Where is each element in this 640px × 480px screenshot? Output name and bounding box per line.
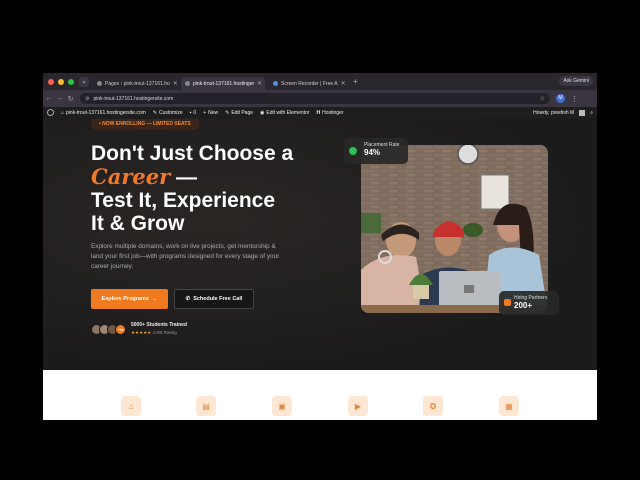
url-field[interactable]: ⚙ pink-trout-137161.hostingersite.com ☆ [80, 93, 550, 104]
new-label: New [208, 109, 219, 116]
hostinger-icon: H [316, 109, 321, 116]
wp-edit-page-link[interactable]: ✎ Edit Page [225, 110, 253, 116]
tab-strip: ⌄ Pages ‹ pink-trout-137161.ho ✕ pink-tr… [43, 73, 597, 90]
browser-menu-icon[interactable]: ⋮ [571, 95, 578, 103]
graduation-cap-icon: ⌂ [121, 396, 141, 416]
wp-comments-link[interactable]: ▪ 0 [190, 110, 197, 116]
student-avatars: +5k [91, 323, 126, 335]
star-rating-icon: ★★★★★ [131, 330, 152, 335]
close-tab-icon[interactable]: ✕ [341, 80, 346, 87]
reload-icon[interactable]: ↻ [65, 95, 76, 103]
wp-customize-link[interactable]: ✎ Customize [153, 110, 183, 116]
close-window-button[interactable] [48, 78, 54, 85]
pencil-icon: ✎ [225, 109, 230, 116]
arrow-right-icon: → [151, 296, 158, 302]
proof-text: 5000+ Students Trained ★★★★★ 4.9/5 Ratin… [131, 322, 187, 336]
headline-line-2: Career — [91, 165, 341, 189]
hero-photo [361, 145, 548, 313]
wp-elementor-link[interactable]: ◉ Edit with Elementor [260, 110, 309, 116]
briefcase-icon: ▣ [272, 396, 292, 416]
phone-icon: ✆ [185, 296, 191, 302]
hero-headline: Don't Just Choose a Career — Test It, Ex… [91, 142, 341, 235]
elementor-label: Edit with Elementor [266, 109, 310, 116]
bookmark-star-icon[interactable]: ☆ [540, 95, 545, 102]
hiring-partners-card: Hiring Partners 200+ [499, 291, 559, 315]
placement-rate-card: Placement Rate 94% [344, 138, 408, 164]
new-tab-button[interactable]: + [353, 77, 358, 86]
address-bar-row: ← → ↻ ⚙ pink-trout-137161.hostingersite.… [43, 90, 597, 107]
url-text: pink-trout-137161.hostingersite.com [93, 95, 174, 102]
headline-line-3: Test It, Experience [91, 189, 276, 212]
headline-line-4: It & Grow [91, 212, 185, 235]
social-proof: +5k 5000+ Students Trained ★★★★★ 4.9/5 R… [91, 322, 187, 336]
hiring-value: 200+ [514, 301, 533, 310]
rating-line: ★★★★★ 4.9/5 Rating [131, 330, 187, 336]
edit-page-label: Edit Page [231, 109, 254, 116]
maximize-window-button[interactable] [68, 78, 74, 85]
home-icon: ⌂ [61, 109, 65, 116]
tab-pages[interactable]: Pages ‹ pink-trout-137161.ho ✕ [93, 77, 177, 90]
close-tab-icon[interactable]: ✕ [173, 80, 177, 87]
video-icon: ▶ [348, 396, 368, 416]
hostinger-label: Hostinger [322, 109, 344, 116]
comment-icon: ▪ [189, 109, 192, 116]
customize-label: Customize [159, 109, 183, 116]
tab-label: Pages ‹ pink-trout-137161.ho [105, 80, 170, 87]
wp-site-link[interactable]: ⌂ pink-trout-137161.hostingersite.com [61, 110, 146, 116]
window-controls [48, 78, 74, 85]
more-avatars-badge: +5k [115, 323, 126, 335]
enrollment-badge: • NOW ENROLLING — LIMITED SEATS [91, 119, 199, 130]
rating-text: 4.9/5 Rating [152, 330, 177, 335]
wp-hostinger-link[interactable]: H Hostinger [316, 110, 343, 116]
certificate-icon: ▤ [196, 396, 216, 416]
calendar-icon: ▦ [499, 396, 519, 416]
ask-gemini-button[interactable]: Ask Gemini [559, 76, 593, 86]
headline-accent: Career [91, 164, 171, 189]
students-trained: 5000+ Students Trained [131, 322, 187, 328]
explore-programs-button[interactable]: Explore Programs → [91, 289, 168, 309]
forward-icon[interactable]: → [54, 95, 65, 102]
comments-count: 0 [193, 109, 197, 116]
wp-new-link[interactable]: + New [203, 110, 218, 116]
wordpress-logo-icon[interactable] [47, 109, 54, 116]
elementor-icon: ◉ [260, 109, 265, 116]
placement-value: 94% [364, 148, 381, 157]
students-at-laptop-image [361, 145, 548, 313]
plus-icon: + [203, 109, 207, 116]
brush-icon: ✎ [152, 109, 157, 116]
browser-window: ⌄ Pages ‹ pink-trout-137161.ho ✕ pink-tr… [43, 73, 597, 420]
profile-avatar[interactable]: M [556, 94, 565, 103]
schedule-call-button[interactable]: ✆ Schedule Free Call [174, 289, 254, 309]
globe-icon [185, 81, 190, 86]
site-info-icon[interactable]: ⚙ [85, 96, 89, 102]
wp-admin-bar: ⌂ pink-trout-137161.hostingersite.com ✎ … [43, 107, 597, 118]
tab-site[interactable]: pink-trout-137161.hostinger ✕ [181, 77, 265, 90]
hero-section: • NOW ENROLLING — LIMITED SEATS Don't Ju… [43, 118, 597, 370]
tab-label: Screen Recorder | Free A [281, 80, 338, 87]
site-name: pink-trout-137161.hostingersite.com [66, 109, 146, 116]
wordpress-icon [97, 81, 102, 86]
hero-description: Explore multiple domains, work on live p… [91, 243, 280, 270]
schedule-call-label: Schedule Free Call [193, 296, 243, 302]
headline-dash: — [170, 166, 198, 189]
search-icon[interactable]: ⌕ [590, 110, 593, 116]
headline-line-1: Don't Just Choose a [91, 142, 294, 165]
tab-search-button[interactable]: ⌄ [79, 76, 89, 87]
award-icon: ✪ [423, 396, 443, 416]
user-avatar-icon[interactable] [579, 109, 586, 116]
features-section: ⌂ ▤ ▣ ▶ ✪ ▦ [43, 370, 597, 420]
back-icon[interactable]: ← [43, 95, 54, 102]
trend-up-icon [349, 147, 357, 155]
tab-label: pink-trout-137161.hostinger [193, 80, 255, 87]
building-icon [504, 299, 511, 306]
minimize-window-button[interactable] [58, 78, 64, 85]
recorder-icon [273, 81, 278, 86]
tab-screen-recorder[interactable]: Screen Recorder | Free A ✕ [269, 77, 349, 90]
close-tab-icon[interactable]: ✕ [257, 80, 262, 87]
howdy-link[interactable]: Howdy, preetish M [533, 110, 574, 116]
explore-programs-label: Explore Programs [101, 296, 149, 302]
